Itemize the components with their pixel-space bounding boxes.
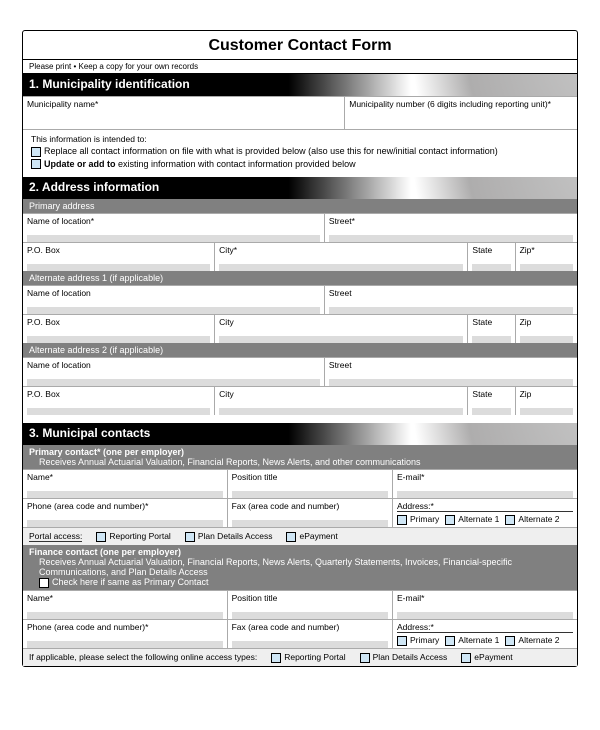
muni-name-label: Municipality name* — [27, 99, 340, 109]
alt2-city-input[interactable] — [219, 401, 463, 415]
alt1-state-input[interactable] — [472, 329, 510, 343]
portal-access-label: Portal access: — [29, 531, 82, 542]
alt1-street-input[interactable] — [329, 300, 573, 314]
muni-name-input[interactable] — [27, 111, 340, 129]
update-checkbox[interactable] — [31, 159, 41, 169]
pc-address-label: Address:* — [397, 501, 573, 512]
update-label-a: Update or add to — [44, 159, 116, 169]
update-label-b: existing information with contact inform… — [116, 159, 356, 169]
form-title: Customer Contact Form — [23, 31, 577, 60]
pc-addr-alt2-checkbox[interactable] — [505, 515, 515, 525]
state-input[interactable] — [472, 257, 510, 271]
pc-name-input[interactable] — [27, 484, 223, 498]
fc-epayment-checkbox[interactable] — [461, 653, 471, 663]
alt2-po-input[interactable] — [27, 401, 210, 415]
section-1-header: 1. Municipality identification — [23, 74, 577, 96]
alt1-zip-input[interactable] — [520, 329, 573, 343]
city-input[interactable] — [219, 257, 463, 271]
alt1-po-input[interactable] — [27, 329, 210, 343]
fc-address-label: Address:* — [397, 622, 573, 633]
online-access-label: If applicable, please select the followi… — [29, 652, 257, 662]
pc-position-input[interactable] — [232, 484, 388, 498]
section-2-header: 2. Address information — [23, 177, 577, 199]
alt1-loc-input[interactable] — [27, 300, 320, 314]
muni-number-label: Municipality number (6 digits including … — [349, 99, 573, 109]
section-3-header: 3. Municipal contacts — [23, 423, 577, 445]
fc-addr-primary-checkbox[interactable] — [397, 636, 407, 646]
pc-plan-details-checkbox[interactable] — [185, 532, 195, 542]
primary-address-subhead: Primary address — [23, 199, 577, 213]
pc-phone-input[interactable] — [27, 513, 223, 527]
alt2-state-input[interactable] — [472, 401, 510, 415]
replace-checkbox[interactable] — [31, 147, 41, 157]
fc-email-input[interactable] — [397, 605, 573, 619]
customer-contact-form: Customer Contact Form Please print • Kee… — [22, 30, 578, 667]
replace-label: Replace all contact information on file … — [44, 146, 498, 156]
fc-plan-details-checkbox[interactable] — [360, 653, 370, 663]
pc-addr-primary-checkbox[interactable] — [397, 515, 407, 525]
zip-input[interactable] — [520, 257, 573, 271]
finance-contact-subhead: Finance contact (one per employer) Recei… — [23, 545, 577, 590]
pc-epayment-checkbox[interactable] — [286, 532, 296, 542]
print-note: Please print • Keep a copy for your own … — [23, 60, 577, 74]
zip-label: Zip* — [520, 245, 573, 255]
fc-reporting-portal-checkbox[interactable] — [271, 653, 281, 663]
alt2-loc-input[interactable] — [27, 372, 320, 386]
state-label: State — [472, 245, 510, 255]
city-label: City* — [219, 245, 463, 255]
po-label: P.O. Box — [27, 245, 210, 255]
alt2-zip-input[interactable] — [520, 401, 573, 415]
fc-position-input[interactable] — [232, 605, 388, 619]
fc-addr-alt2-checkbox[interactable] — [505, 636, 515, 646]
primary-contact-subhead: Primary contact* (one per employer) Rece… — [23, 445, 577, 469]
fc-phone-input[interactable] — [27, 634, 223, 648]
pc-fax-input[interactable] — [232, 513, 388, 527]
po-input[interactable] — [27, 257, 210, 271]
street-input[interactable] — [329, 228, 573, 242]
fc-name-input[interactable] — [27, 605, 223, 619]
loc-label: Name of location* — [27, 216, 320, 226]
pc-addr-alt1-checkbox[interactable] — [445, 515, 455, 525]
alt1-address-subhead: Alternate address 1 (if applicable) — [23, 271, 577, 285]
alt2-street-input[interactable] — [329, 372, 573, 386]
pc-reporting-portal-checkbox[interactable] — [96, 532, 106, 542]
same-as-primary-checkbox[interactable] — [39, 578, 49, 588]
street-label: Street* — [329, 216, 573, 226]
muni-number-input[interactable] — [349, 111, 573, 129]
alt1-city-input[interactable] — [219, 329, 463, 343]
loc-input[interactable] — [27, 228, 320, 242]
alt2-address-subhead: Alternate address 2 (if applicable) — [23, 343, 577, 357]
intended-label: This information is intended to: — [31, 134, 569, 144]
fc-addr-alt1-checkbox[interactable] — [445, 636, 455, 646]
pc-email-input[interactable] — [397, 484, 573, 498]
fc-fax-input[interactable] — [232, 634, 388, 648]
